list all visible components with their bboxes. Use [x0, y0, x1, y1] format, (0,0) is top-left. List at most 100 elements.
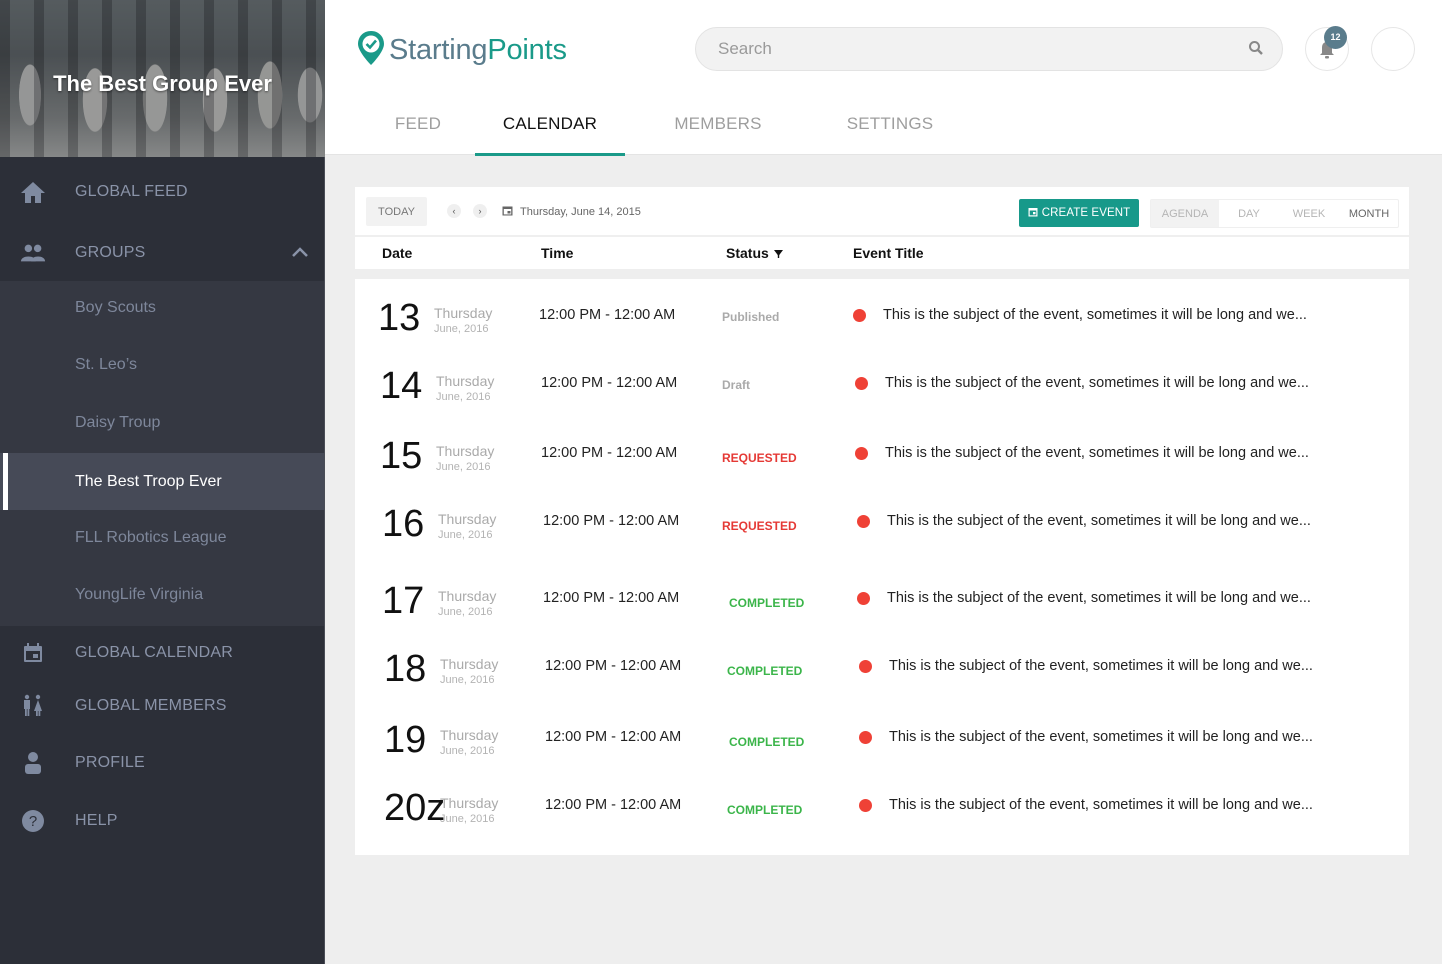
event-color-dot — [853, 309, 866, 322]
notification-count-badge: 12 — [1324, 26, 1347, 49]
group-label: St. Leo’s — [75, 355, 137, 373]
group-label: Daisy Troup — [75, 413, 161, 431]
calendar-plus-icon — [1028, 207, 1038, 220]
event-row[interactable]: 17 Thursday June, 2016 12:00 PM - 12:00 AM C… — [355, 574, 1409, 634]
event-month-year: June, 2016 — [438, 529, 493, 541]
event-time: 12:00 PM - 12:00 AM — [541, 445, 678, 461]
event-title[interactable]: This is the subject of the event, someti… — [889, 729, 1313, 745]
create-event-button[interactable]: CREATE EVENT — [1019, 199, 1139, 227]
sidebar-group-item[interactable]: St. Leo’s — [0, 336, 324, 393]
event-day-number: 14 — [380, 365, 423, 407]
logo-part1: Starting — [389, 34, 488, 66]
members-icon — [20, 693, 46, 719]
event-day-number: 19 — [384, 719, 427, 761]
event-row[interactable]: 18 Thursday June, 2016 12:00 PM - 12:00 AM C… — [355, 642, 1409, 702]
sidebar-item-label: GLOBAL CALENDAR — [75, 643, 234, 661]
search-icon[interactable] — [1248, 40, 1264, 61]
column-header-date[interactable]: Date — [382, 245, 412, 261]
person-icon — [20, 750, 46, 776]
event-row[interactable]: 15 Thursday June, 2016 12:00 PM - 12:00 AM R… — [355, 429, 1409, 489]
event-title[interactable]: This is the subject of the event, someti… — [887, 513, 1311, 529]
tab-members[interactable]: MEMBERS — [655, 92, 781, 156]
event-row[interactable]: 20z Thursday June, 2016 12:00 PM - 12:00 AM… — [355, 781, 1409, 841]
event-status: COMPLETED — [729, 596, 805, 610]
sidebar-group-item[interactable]: Boy Scouts — [0, 279, 324, 336]
event-color-dot — [855, 377, 868, 390]
event-status: COMPLETED — [727, 664, 803, 678]
group-title: The Best Group Ever — [53, 71, 272, 96]
logo-text: StartingPoints — [389, 34, 567, 67]
event-month-year: June, 2016 — [440, 813, 495, 825]
current-date[interactable]: Thursday, June 14, 2015 — [502, 205, 641, 219]
event-color-dot — [857, 515, 870, 528]
event-time: 12:00 PM - 12:00 AM — [541, 375, 678, 391]
event-title[interactable]: This is the subject of the event, someti… — [887, 590, 1311, 606]
tab-settings[interactable]: SETTINGS — [830, 92, 950, 156]
event-title[interactable]: This is the subject of the event, someti… — [883, 307, 1307, 323]
event-title[interactable]: This is the subject of the event, someti… — [885, 445, 1309, 461]
sidebar-item-global-calendar[interactable]: GLOBAL CALENDAR — [0, 624, 324, 681]
event-weekday: Thursday — [440, 656, 499, 672]
event-row[interactable]: 19 Thursday June, 2016 12:00 PM - 12:00 AM C… — [355, 713, 1409, 773]
event-weekday: Thursday — [434, 305, 493, 321]
group-label: FLL Robotics League — [75, 528, 227, 546]
event-day-number: 18 — [384, 648, 427, 690]
event-status: COMPLETED — [727, 803, 803, 817]
event-time: 12:00 PM - 12:00 AM — [543, 590, 680, 606]
event-day-number: 20z — [384, 787, 446, 829]
event-title[interactable]: This is the subject of the event, someti… — [889, 658, 1313, 674]
event-title[interactable]: This is the subject of the event, someti… — [889, 797, 1313, 813]
view-agenda-button[interactable]: AGENDA — [1151, 200, 1219, 227]
tab-calendar[interactable]: CALENDAR — [475, 92, 625, 156]
search-input[interactable] — [718, 28, 1238, 70]
user-avatar[interactable] — [1371, 27, 1415, 71]
sidebar-group-item-active[interactable]: The Best Troop Ever — [0, 453, 324, 510]
column-header-time[interactable]: Time — [541, 245, 573, 261]
sidebar-item-groups[interactable]: GROUPS — [0, 224, 324, 281]
view-week-button[interactable]: WEEK — [1279, 200, 1339, 227]
next-arrow-button[interactable]: › — [473, 204, 487, 218]
event-month-year: June, 2016 — [440, 745, 495, 757]
sidebar-group-item[interactable]: FLL Robotics League — [0, 509, 324, 566]
sidebar-item-profile[interactable]: PROFILE — [0, 734, 324, 791]
notifications-button[interactable]: 12 — [1305, 26, 1349, 71]
app-root: The Best Group Ever GLOBAL FEED GROUPS B… — [0, 0, 1442, 964]
event-weekday: Thursday — [438, 588, 497, 604]
event-weekday: Thursday — [440, 795, 499, 811]
logo[interactable]: StartingPoints — [357, 30, 567, 71]
event-row[interactable]: 16 Thursday June, 2016 12:00 PM - 12:00 AM R… — [355, 497, 1409, 557]
event-color-dot — [859, 660, 872, 673]
event-color-dot — [857, 592, 870, 605]
event-row[interactable]: 13 Thursday June, 2016 12:00 PM - 12:00 AM P… — [355, 291, 1409, 351]
event-month-year: June, 2016 — [436, 391, 491, 403]
chevron-left-icon: ‹ — [452, 206, 456, 216]
sidebar-item-label: GROUPS — [75, 243, 146, 261]
sidebar-item-label: PROFILE — [75, 753, 145, 771]
sidebar-group-item[interactable]: Daisy Troup — [0, 394, 324, 451]
view-day-button[interactable]: DAY — [1219, 200, 1279, 227]
sidebar-item-help[interactable]: ? HELP — [0, 792, 324, 849]
chevron-up-icon[interactable] — [290, 242, 310, 262]
event-weekday: Thursday — [436, 443, 495, 459]
prev-arrow-button[interactable]: ‹ — [447, 204, 461, 218]
sidebar-item-global-feed[interactable]: GLOBAL FEED — [0, 163, 324, 220]
event-time: 12:00 PM - 12:00 AM — [543, 513, 680, 529]
sidebar-group-item[interactable]: YoungLife Virginia — [0, 566, 324, 623]
event-status: COMPLETED — [729, 735, 805, 749]
calendar-toolbar-card: TODAY ‹ › Thursday, June 14, 2015 CREATE… — [355, 187, 1409, 269]
column-header-event-title[interactable]: Event Title — [853, 245, 924, 261]
event-color-dot — [859, 731, 872, 744]
sidebar-item-global-members[interactable]: GLOBAL MEMBERS — [0, 677, 324, 734]
chevron-right-icon: › — [478, 206, 482, 216]
event-color-dot — [859, 799, 872, 812]
event-time: 12:00 PM - 12:00 AM — [539, 307, 676, 323]
event-row[interactable]: 14 Thursday June, 2016 12:00 PM - 12:00 AM D… — [355, 359, 1409, 419]
tab-feed[interactable]: FEED — [367, 92, 469, 156]
sort-caret-icon — [773, 245, 783, 261]
view-month-button[interactable]: MONTH — [1339, 200, 1399, 227]
event-month-year: June, 2016 — [440, 674, 495, 686]
event-title[interactable]: This is the subject of the event, someti… — [885, 375, 1309, 391]
column-header-status[interactable]: Status — [726, 245, 783, 261]
today-button[interactable]: TODAY — [366, 197, 427, 226]
event-day-number: 17 — [382, 580, 425, 622]
